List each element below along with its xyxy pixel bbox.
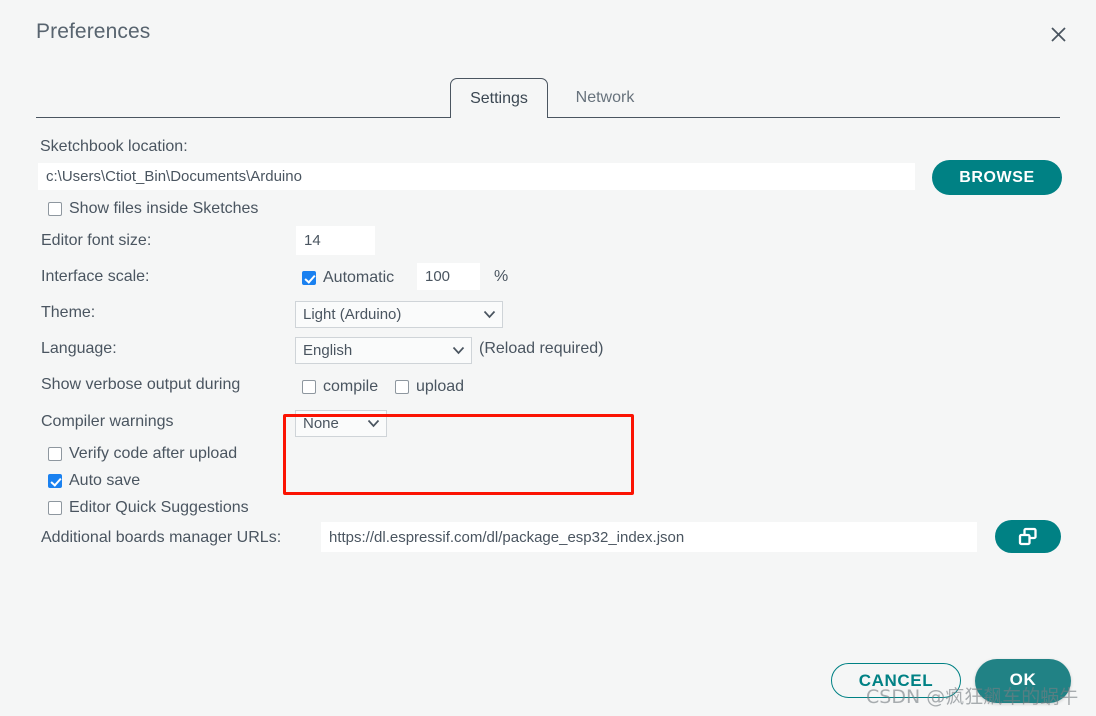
boards-manager-urls-label: Additional boards manager URLs: — [41, 529, 282, 546]
compiler-warnings-select[interactable]: None — [295, 410, 387, 437]
language-reload-note: (Reload required) — [479, 340, 604, 357]
dialog-title-bar: Preferences — [0, 0, 1096, 68]
interface-scale-automatic-checkbox[interactable] — [302, 271, 316, 285]
show-files-inside-sketches-row[interactable]: Show files inside Sketches — [48, 200, 258, 218]
open-window-icon — [1017, 527, 1039, 547]
boards-manager-urls-expand-button[interactable] — [995, 520, 1061, 553]
verify-code-after-upload-label: Verify code after upload — [69, 445, 238, 462]
auto-save-row[interactable]: Auto save — [48, 472, 140, 490]
page-title: Preferences — [36, 20, 151, 43]
chevron-down-icon — [360, 419, 386, 428]
editor-quick-suggestions-label: Editor Quick Suggestions — [69, 499, 249, 516]
show-files-inside-sketches-label: Show files inside Sketches — [69, 200, 259, 217]
editor-font-size-input[interactable] — [296, 226, 375, 255]
verbose-compile-checkbox[interactable] — [302, 380, 316, 394]
verbose-compile-label: compile — [323, 378, 379, 395]
editor-quick-suggestions-checkbox[interactable] — [48, 501, 62, 515]
tab-bar: Settings Network — [0, 78, 1096, 118]
chevron-down-icon — [445, 346, 471, 355]
verify-code-after-upload-row[interactable]: Verify code after upload — [48, 445, 237, 463]
theme-select[interactable]: Light (Arduino) — [295, 301, 503, 328]
tab-network[interactable]: Network — [556, 78, 654, 118]
sketchbook-location-label: Sketchbook location: — [40, 138, 188, 155]
interface-scale-automatic-label: Automatic — [323, 269, 395, 286]
tab-settings[interactable]: Settings — [450, 78, 548, 118]
verify-code-after-upload-checkbox[interactable] — [48, 447, 62, 461]
interface-scale-automatic-row[interactable]: Automatic — [302, 269, 394, 287]
interface-scale-unit: % — [494, 268, 509, 285]
language-select-value: English — [303, 342, 353, 359]
verbose-upload-row[interactable]: upload — [395, 378, 464, 396]
compiler-warnings-value: None — [303, 415, 339, 432]
close-button[interactable] — [1042, 18, 1074, 50]
cancel-button[interactable]: CANCEL — [831, 663, 961, 698]
theme-select-value: Light (Arduino) — [303, 306, 402, 323]
theme-label: Theme: — [41, 304, 96, 321]
verbose-compile-row[interactable]: compile — [302, 378, 378, 396]
verbose-upload-label: upload — [416, 378, 465, 395]
verbose-output-label: Show verbose output during — [41, 376, 241, 393]
show-files-inside-sketches-checkbox[interactable] — [48, 202, 62, 216]
editor-quick-suggestions-row[interactable]: Editor Quick Suggestions — [48, 499, 249, 517]
interface-scale-label: Interface scale: — [41, 268, 150, 285]
editor-font-size-label: Editor font size: — [41, 232, 152, 249]
browse-button[interactable]: BROWSE — [932, 160, 1062, 195]
close-icon — [1050, 26, 1067, 43]
sketchbook-location-input[interactable] — [38, 163, 915, 190]
boards-manager-urls-input[interactable] — [321, 522, 977, 552]
language-select[interactable]: English — [295, 337, 472, 364]
chevron-down-icon — [476, 310, 502, 319]
verbose-upload-checkbox[interactable] — [395, 380, 409, 394]
language-label: Language: — [41, 340, 117, 357]
settings-form: Sketchbook location: BROWSE Show files i… — [0, 118, 1096, 648]
auto-save-label: Auto save — [69, 472, 141, 489]
compiler-warnings-label: Compiler warnings — [41, 413, 174, 430]
ok-button[interactable]: OK — [975, 659, 1071, 703]
interface-scale-input[interactable] — [417, 263, 480, 290]
auto-save-checkbox[interactable] — [48, 474, 62, 488]
